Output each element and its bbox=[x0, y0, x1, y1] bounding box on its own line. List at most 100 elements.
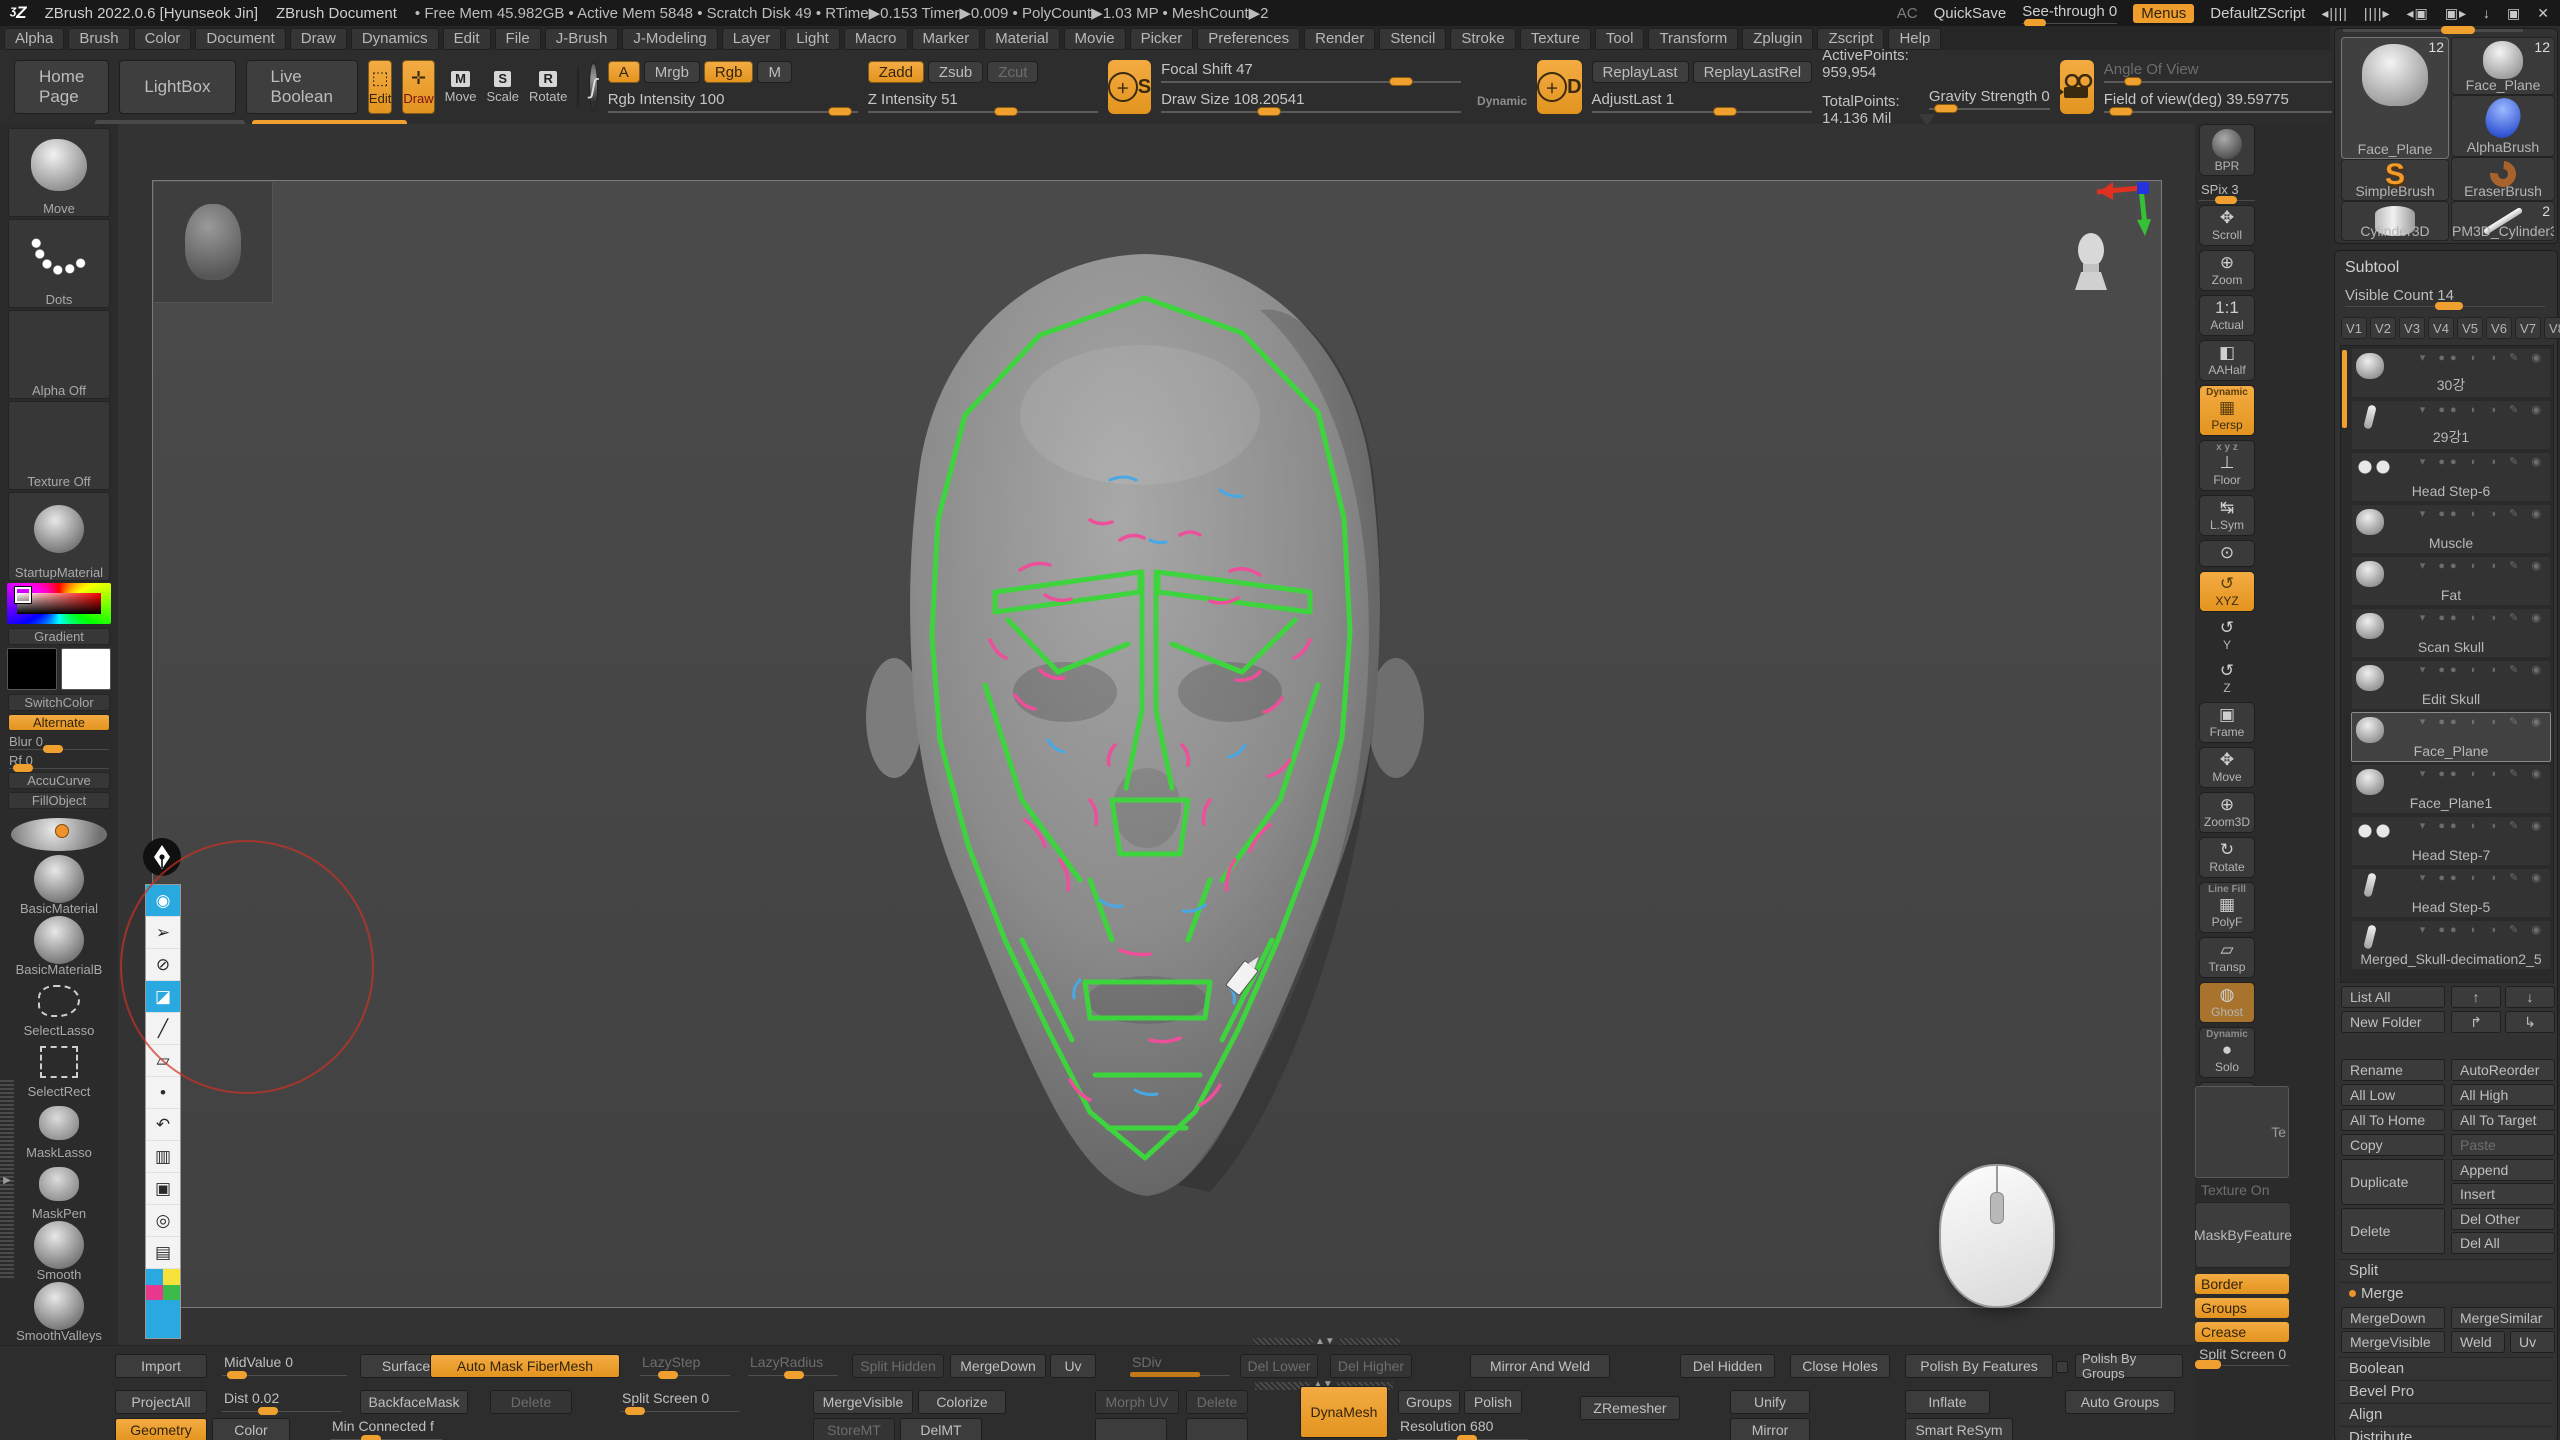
move-in-button[interactable]: ↱ bbox=[2451, 1011, 2501, 1033]
tray-shortcut[interactable]: MaskLasso bbox=[9, 1101, 109, 1160]
mask-by-feature-button[interactable]: MaskByFeature bbox=[2195, 1202, 2291, 1268]
right-shelf-button[interactable]: 1:1 Actual bbox=[2199, 295, 2255, 336]
accucurve-button[interactable]: AccuCurve bbox=[8, 772, 110, 789]
sdiv-slider[interactable]: SDiv bbox=[1130, 1354, 1230, 1376]
subtool-row-icons[interactable]: ▾ ●● ◗ ◑ ✎ ◉ bbox=[2420, 923, 2546, 936]
subtool-row[interactable]: ▾ ●● ◗ ◑ ✎ ◉ Muscle bbox=[2351, 504, 2551, 554]
align-section[interactable]: Align bbox=[2339, 1403, 2553, 1425]
polish-features-mod-dot[interactable] bbox=[2056, 1361, 2068, 1373]
menu-item[interactable]: Macro bbox=[844, 28, 908, 50]
append-button[interactable]: Append bbox=[2451, 1159, 2555, 1181]
right-shelf-button[interactable]: ↻ Rotate bbox=[2199, 837, 2255, 878]
angle-of-view-slider[interactable]: Angle Of View bbox=[2104, 61, 2354, 83]
rotate-mode-button[interactable]: RRotate bbox=[529, 71, 567, 104]
current-material-icon[interactable]: ʃ bbox=[589, 63, 597, 111]
polish-by-features-button[interactable]: Polish By Features bbox=[1905, 1354, 2053, 1378]
menu-item[interactable]: Document bbox=[195, 28, 285, 50]
stroke-picker-icon[interactable]: ＋S bbox=[1108, 60, 1151, 114]
tray-shortcut[interactable]: SelectLasso bbox=[9, 979, 109, 1038]
subtool-row-icons[interactable]: ▾ ●● ◗ ◑ ✎ ◉ bbox=[2420, 507, 2546, 520]
tray-selector[interactable]: Move bbox=[8, 128, 110, 217]
split-screen-slider[interactable]: Split Screen 0 bbox=[620, 1390, 740, 1412]
m-button[interactable]: M bbox=[757, 61, 792, 83]
subtool-row-icons[interactable]: ▾ ●● ◗ ◑ ✎ ◉ bbox=[2420, 403, 2546, 416]
live-boolean-button[interactable]: Live Boolean bbox=[246, 60, 358, 114]
subtool-row[interactable]: ▾ ●● ◗ ◑ ✎ ◉ Edit Skull bbox=[2351, 660, 2551, 710]
tray-selector[interactable]: Texture Off bbox=[8, 401, 110, 490]
delete-button[interactable]: Delete bbox=[490, 1390, 572, 1414]
morph-uv-button[interactable]: Morph UV bbox=[1095, 1390, 1179, 1414]
menu-item[interactable]: Alpha bbox=[4, 28, 64, 50]
menu-item[interactable]: File bbox=[495, 28, 541, 50]
subtool-version-tab[interactable]: V8 bbox=[2544, 317, 2560, 339]
split-section[interactable]: Split bbox=[2339, 1259, 2553, 1281]
picker-cursor[interactable] bbox=[15, 587, 31, 603]
quicksave-button[interactable]: QuickSave bbox=[1934, 5, 2007, 22]
right-shelf-button[interactable]: ↹ L.Sym bbox=[2199, 495, 2255, 536]
gradient-button[interactable]: Gradient bbox=[8, 628, 110, 645]
auto-mask-fibermesh-button[interactable]: Auto Mask FiberMesh bbox=[430, 1354, 620, 1378]
split-hidden-button[interactable]: Split Hidden bbox=[852, 1354, 944, 1378]
pen-tool-button[interactable]: ▣ bbox=[146, 1173, 180, 1205]
right-shelf-button[interactable]: Dynamic ▦ Persp bbox=[2199, 385, 2255, 436]
rename-button[interactable]: Rename bbox=[2341, 1059, 2445, 1081]
menu-item[interactable]: Movie bbox=[1064, 28, 1126, 50]
del-other-button[interactable]: Del Other bbox=[2451, 1208, 2555, 1230]
menu-item[interactable]: Light bbox=[785, 28, 840, 50]
subtool-row-icons[interactable]: ▾ ●● ◗ ◑ ✎ ◉ bbox=[2420, 611, 2546, 624]
auto-groups-button[interactable]: Auto Groups bbox=[2065, 1390, 2175, 1414]
draw-mode-button[interactable]: ✛ Draw bbox=[402, 60, 434, 114]
split-screen-slider[interactable]: Split Screen 0 bbox=[2195, 1346, 2289, 1366]
insert-button[interactable]: Insert bbox=[2451, 1183, 2555, 1205]
move-out-button[interactable]: ↳ bbox=[2505, 1011, 2555, 1033]
menu-item[interactable]: J-Modeling bbox=[622, 28, 717, 50]
dist-slider[interactable]: Dist 0.02 bbox=[222, 1390, 342, 1412]
menu-item[interactable]: Preferences bbox=[1197, 28, 1300, 50]
fillobject-button[interactable]: FillObject bbox=[8, 792, 110, 809]
pen-tool-button[interactable]: ▤ bbox=[146, 1237, 180, 1269]
replay-last-button[interactable]: ReplayLast bbox=[1592, 61, 1689, 83]
tray-shortcut[interactable]: BasicMaterial bbox=[9, 857, 109, 916]
menu-item[interactable]: Material bbox=[984, 28, 1059, 50]
canvas[interactable]: ◉➢⊘◪╱▱•↶▥▣◎▤ ▲▼ bbox=[118, 124, 2195, 1345]
alternate-button[interactable]: Alternate bbox=[8, 714, 110, 731]
menu-item[interactable]: Transform bbox=[1648, 28, 1738, 50]
tool-pm3d-cylinder[interactable]: 2PM3D_Cylinder3 bbox=[2451, 201, 2555, 241]
tool-eraserbrush[interactable]: EraserBrush bbox=[2451, 157, 2555, 201]
subtool-version-tab[interactable]: V7 bbox=[2515, 317, 2541, 339]
right-shelf-button[interactable]: ✥ Move bbox=[2199, 747, 2255, 788]
tool-scrollbar[interactable] bbox=[2343, 29, 2523, 32]
right-shelf-button[interactable]: ◍ Ghost bbox=[2199, 982, 2255, 1023]
tool-simplebrush[interactable]: SSimpleBrush bbox=[2341, 159, 2449, 201]
pen-tool-button[interactable]: • bbox=[146, 1077, 180, 1109]
dynamic-label[interactable]: Dynamic bbox=[1477, 94, 1527, 108]
home-page-button[interactable]: Home Page bbox=[14, 60, 109, 114]
menu-item[interactable]: Brush bbox=[68, 28, 129, 50]
right-shelf-button[interactable]: ⊕ Zoom bbox=[2199, 250, 2255, 291]
weld-button[interactable]: Weld bbox=[2451, 1331, 2505, 1353]
paste-button[interactable]: Paste bbox=[2451, 1134, 2555, 1156]
right-shelf-button[interactable]: ✥ Scroll bbox=[2199, 205, 2255, 246]
crease-button[interactable]: Crease bbox=[2195, 1322, 2289, 1342]
subtool-row[interactable]: ▾ ●● ◗ ◑ ✎ ◉ Face_Plane bbox=[2351, 712, 2551, 762]
menu-item[interactable]: Edit bbox=[443, 28, 491, 50]
menu-item[interactable]: Tool bbox=[1595, 28, 1645, 50]
adjust-last-slider[interactable]: AdjustLast 1 bbox=[1592, 91, 1812, 113]
subtool-row-icons[interactable]: ▾ ●● ◗ ◑ ✎ ◉ bbox=[2420, 351, 2546, 364]
del-lower-button[interactable]: Del Lower bbox=[1240, 1354, 1318, 1378]
del-higher-button[interactable]: Del Higher bbox=[1330, 1354, 1412, 1378]
subtool-row[interactable]: ▾ ●● ◗ ◑ ✎ ◉ Fat bbox=[2351, 556, 2551, 606]
merge-visible-button[interactable]: MergeVisible bbox=[2341, 1331, 2445, 1353]
dynamesh-button[interactable]: DynaMesh bbox=[1300, 1386, 1388, 1438]
duplicate-button[interactable]: Duplicate bbox=[2341, 1159, 2445, 1205]
subtool-version-tab[interactable]: V6 bbox=[2486, 317, 2512, 339]
rgb-intensity-slider[interactable]: Rgb Intensity 100 bbox=[608, 91, 858, 113]
menu-item[interactable]: Stencil bbox=[1379, 28, 1446, 50]
subtool-version-tab[interactable]: V3 bbox=[2399, 317, 2425, 339]
zadd-button[interactable]: Zadd bbox=[868, 61, 924, 83]
subtool-row[interactable]: ▾ ●● ◗ ◑ ✎ ◉ Head Step-5 bbox=[2351, 868, 2551, 918]
mirror-button[interactable]: Mirror bbox=[1730, 1418, 1810, 1440]
new-folder-button[interactable]: New Folder bbox=[2341, 1011, 2445, 1033]
zremesher-button[interactable]: ZRemesher bbox=[1580, 1396, 1680, 1420]
lazystep-slider[interactable]: LazyStep bbox=[640, 1354, 730, 1376]
